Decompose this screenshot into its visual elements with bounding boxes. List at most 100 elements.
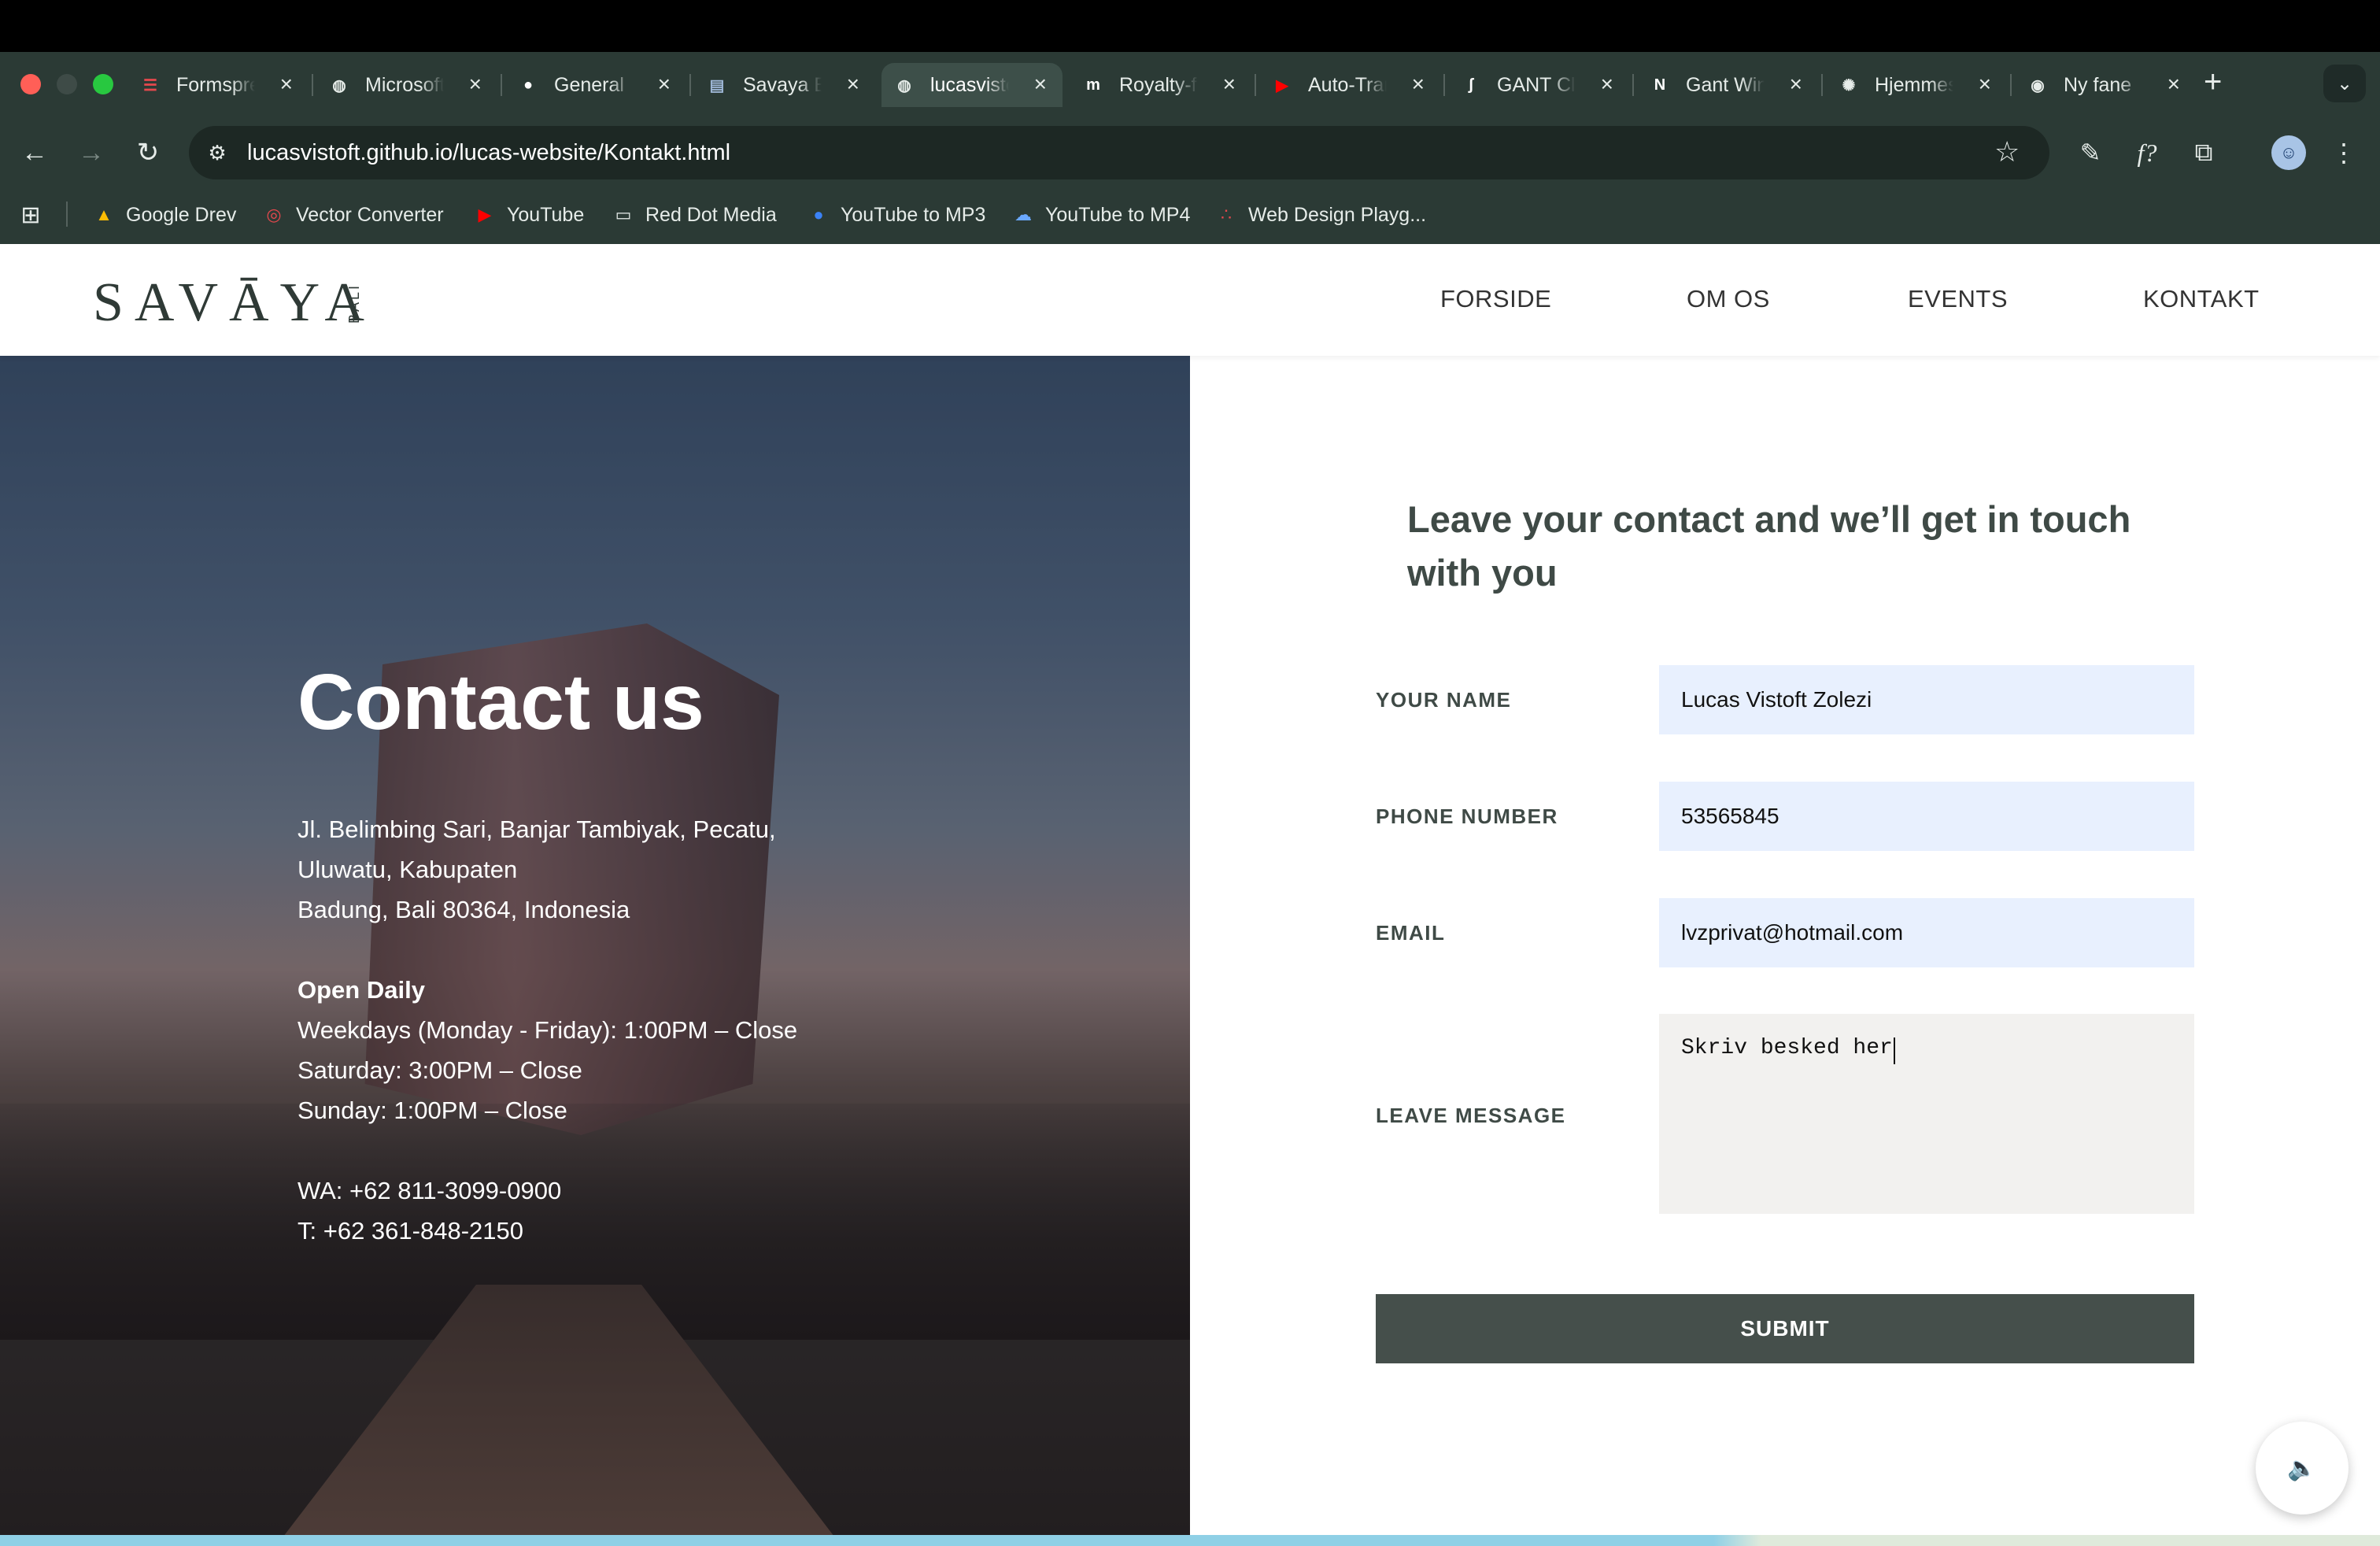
message-label: LEAVE MESSAGE <box>1376 1104 1566 1127</box>
document-icon: ▤ <box>709 76 725 94</box>
hero-overlay <box>0 356 1190 1537</box>
bookmark-4[interactable]: ● YouTube to MP3 <box>806 198 985 231</box>
tab-title: Ny fane <box>2064 73 2132 96</box>
font-extension-icon[interactable]: f? <box>2130 135 2164 170</box>
tab-separator <box>1632 74 1634 96</box>
bookmark-star-icon[interactable]: ☆ <box>1994 135 2020 168</box>
bookmarks-divider <box>66 202 68 227</box>
tab-separator <box>1443 74 1445 96</box>
tab-close-icon[interactable]: × <box>469 72 482 96</box>
bookmark-label: Vector Converter <box>296 203 444 226</box>
logo-sub-text: BALI <box>346 283 362 324</box>
google-drive-icon: ▲ <box>95 205 113 224</box>
bookmark-2[interactable]: ▶ YouTube <box>472 198 585 231</box>
tab-close-icon[interactable]: × <box>1601 72 1613 96</box>
tab-close-icon[interactable]: × <box>847 72 859 96</box>
profile-avatar[interactable]: ☺ <box>2271 135 2306 170</box>
tab-title: Royalty-free <box>1119 73 1198 96</box>
bookmark-1[interactable]: ◎ Vector Converter <box>261 198 444 231</box>
submit-button[interactable]: SUBMIT <box>1376 1294 2194 1363</box>
address-line-3: Badung, Bali 80364, Indonesia <box>298 896 630 923</box>
extensions-puzzle-icon[interactable]: ⧉ <box>2186 135 2221 170</box>
nav-om-os[interactable]: OM OS <box>1687 285 1770 313</box>
tab-0[interactable]: ☰ Formspree × <box>128 63 309 107</box>
minimize-window-button[interactable] <box>57 74 77 94</box>
zoom-window-button[interactable] <box>93 74 113 94</box>
more-menu-icon[interactable]: ⋮ <box>2326 135 2361 170</box>
bookmark-0[interactable]: ▲ Google Drev <box>91 198 236 231</box>
tab-4[interactable]: ◍ lucasvistoft × <box>881 63 1062 107</box>
tab-close-icon[interactable]: × <box>1223 72 1236 96</box>
chrome-icon: ◉ <box>2031 76 2045 94</box>
url-text[interactable]: lucasvistoft.github.io/lucas-website/Kon… <box>247 139 730 167</box>
name-input[interactable] <box>1659 665 2194 734</box>
youtube-icon: ▶ <box>478 205 492 224</box>
reload-icon[interactable]: ↻ <box>129 134 167 172</box>
hours-weekdays: Weekdays (Monday - Friday): 1:00PM – Clo… <box>298 1016 798 1044</box>
tab-separator <box>312 74 313 96</box>
contact-title: Contact us <box>298 658 704 746</box>
tab-6[interactable]: ▶ Auto-Translate × <box>1259 63 1440 107</box>
message-textarea[interactable]: Skriv besked her <box>1659 1014 2194 1214</box>
tab-close-icon[interactable]: × <box>1034 72 1047 96</box>
bookmark-5[interactable]: ☁ YouTube to MP4 <box>1011 198 1190 231</box>
tab-search-icon[interactable]: ⌄ <box>2323 65 2366 102</box>
bookmark-3[interactable]: ▭ Red Dot Media <box>611 198 777 231</box>
bookmark-label: YouTube to MP4 <box>1045 203 1191 226</box>
mp3-icon: ● <box>813 205 824 224</box>
nav-events[interactable]: EVENTS <box>1908 285 2008 313</box>
web-design-icon: ∴ <box>1221 205 1232 224</box>
tab-close-icon[interactable]: × <box>1790 72 1802 96</box>
tab-close-icon[interactable]: × <box>1979 72 1991 96</box>
vector-converter-icon: ◎ <box>266 205 282 224</box>
tab-9[interactable]: ✺ Hjemmeside × <box>1826 63 2007 107</box>
site-info-icon[interactable]: ⚙ <box>203 139 231 167</box>
tab-5[interactable]: m Royalty-free × <box>1070 63 1251 107</box>
tab-8[interactable]: N Gant Winter × <box>1637 63 1818 107</box>
tab-2[interactable]: ● General × <box>505 63 686 107</box>
tab-separator <box>2010 74 2012 96</box>
apps-grid-icon[interactable]: ⊞ <box>17 202 44 228</box>
close-window-button[interactable] <box>20 74 41 94</box>
address-line-1: Jl. Belimbing Sari, Banjar Tambiyak, Pec… <box>298 816 776 843</box>
phone-whatsapp: WA: +62 811-3099-0900 <box>298 1177 562 1204</box>
forward-icon[interactable]: → <box>72 134 110 172</box>
bookmark-label: Web Design Playg... <box>1248 203 1427 226</box>
tab-10[interactable]: ◉ Ny fane × <box>2015 63 2196 107</box>
openai-icon: ✺ <box>1842 76 1856 94</box>
bookmark-label: YouTube to MP3 <box>841 203 986 226</box>
tab-title: Microsoft <box>365 73 444 96</box>
tab-separator <box>1821 74 1823 96</box>
bookmark-6[interactable]: ∴ Web Design Playg... <box>1214 198 1426 231</box>
email-label: EMAIL <box>1376 921 1446 945</box>
github-icon: ● <box>523 76 534 94</box>
savaya-logo[interactable]: SAVĀYA <box>93 276 375 331</box>
tab-close-icon[interactable]: × <box>658 72 671 96</box>
tab-close-icon[interactable]: × <box>280 72 293 96</box>
nav-forside[interactable]: FORSIDE <box>1440 285 1551 313</box>
bookmark-label: Google Drev <box>126 203 237 226</box>
tab-close-icon[interactable]: × <box>2168 72 2180 96</box>
tab-1[interactable]: ◍ Microsoft × <box>316 63 497 107</box>
eyedropper-icon[interactable]: ✎ <box>2073 135 2108 170</box>
new-tab-icon[interactable]: + <box>2204 66 2222 98</box>
tab-separator <box>501 74 502 96</box>
youtube-icon: ▶ <box>1276 76 1288 94</box>
tab-title: Auto-Translate <box>1308 73 1387 96</box>
nav-kontakt[interactable]: KONTAKT <box>2143 285 2260 313</box>
inn-icon: N <box>1654 76 1666 94</box>
tab-3[interactable]: ▤ Savaya Bali × <box>694 63 875 107</box>
bookmark-label: YouTube <box>507 203 585 226</box>
phone-input[interactable] <box>1659 782 2194 851</box>
tab-7[interactable]: ʃ GANT Clothing × <box>1448 63 1629 107</box>
back-icon[interactable]: ← <box>16 134 54 172</box>
tab-close-icon[interactable]: × <box>1412 72 1425 96</box>
bookmark-label: Red Dot Media <box>645 203 777 226</box>
map-preview-strip <box>0 1535 2380 1546</box>
speaker-icon[interactable]: 🔈 <box>2256 1422 2349 1515</box>
hours-title: Open Daily <box>298 976 425 1004</box>
address-line-2: Uluwatu, Kabupaten <box>298 856 518 883</box>
hours-saturday: Saturday: 3:00PM – Close <box>298 1056 582 1084</box>
email-input[interactable] <box>1659 898 2194 967</box>
tab-title: lucasvistoft <box>930 73 1009 96</box>
